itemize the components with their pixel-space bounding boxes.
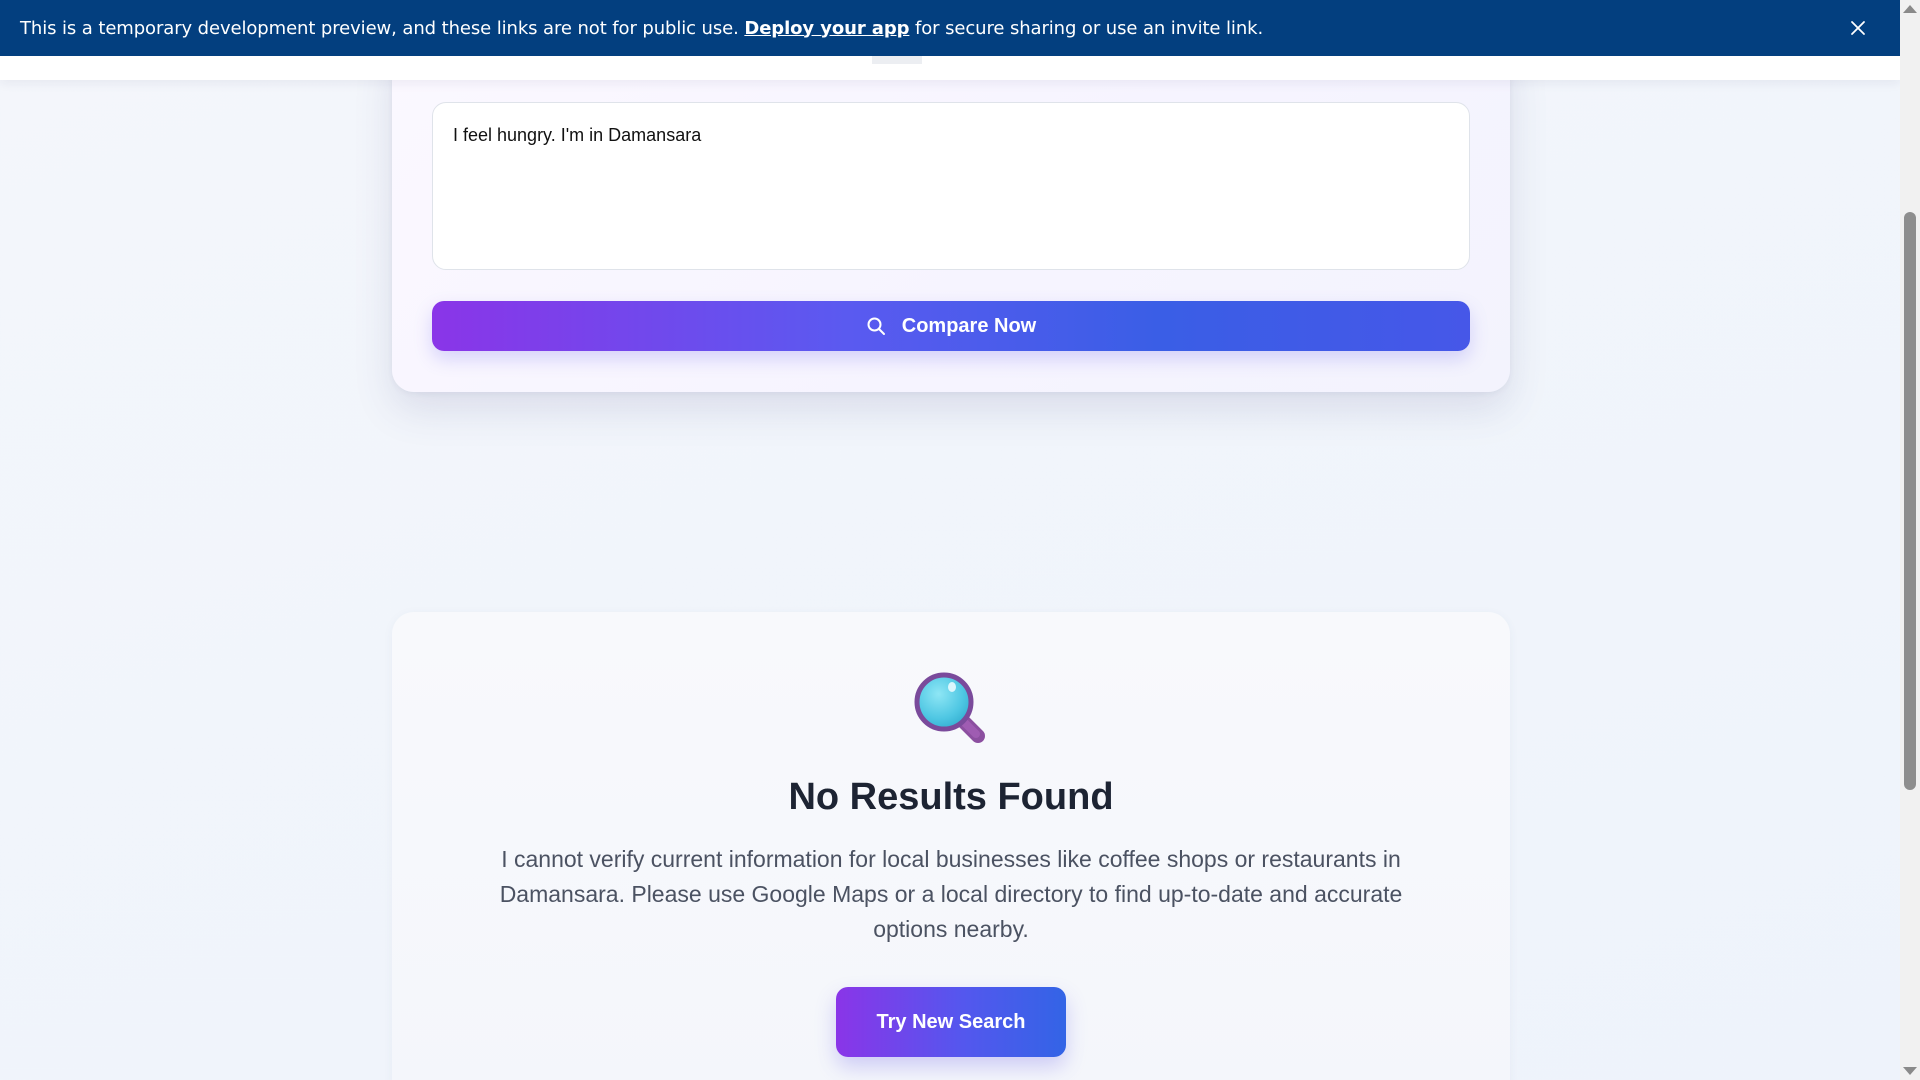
- compare-now-button[interactable]: Compare Now: [432, 301, 1470, 351]
- app-header: [0, 56, 1900, 80]
- query-input[interactable]: I feel hungry. I'm in Damansara: [432, 102, 1470, 270]
- scroll-up-icon[interactable]: [1903, 5, 1917, 13]
- try-new-search-button[interactable]: Try New Search: [836, 987, 1066, 1057]
- scroll-down-icon[interactable]: [1903, 1067, 1917, 1075]
- search-card: I feel hungry. I'm in Damansara Compare …: [392, 40, 1510, 392]
- banner-message-text: This is a temporary development preview,…: [20, 17, 739, 39]
- results-card: No Results Found I cannot verify current…: [392, 612, 1510, 1080]
- dev-preview-banner: This is a temporary development preview,…: [0, 0, 1900, 56]
- deploy-app-link[interactable]: Deploy your app: [744, 18, 909, 39]
- scroll-thumb[interactable]: [1904, 212, 1916, 790]
- banner-close-button[interactable]: [1844, 14, 1872, 42]
- vertical-scrollbar[interactable]: [1900, 0, 1920, 1080]
- compare-now-label: Compare Now: [901, 314, 1037, 337]
- no-results-title: No Results Found: [788, 776, 1114, 818]
- magnifying-glass-icon: [914, 672, 985, 743]
- header-tab-indicator: [872, 56, 922, 64]
- search-icon: [866, 316, 886, 336]
- close-icon: [1851, 21, 1865, 35]
- banner-message-suffix: for secure sharing or use an invite link…: [915, 17, 1264, 39]
- banner-message: This is a temporary development preview,…: [20, 18, 1263, 39]
- no-results-message: I cannot verify current information for …: [499, 846, 1403, 942]
